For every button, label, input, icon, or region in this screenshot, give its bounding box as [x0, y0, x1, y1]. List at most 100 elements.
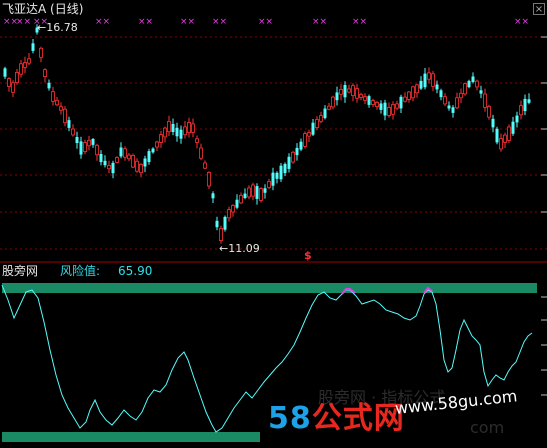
- candle-body: [255, 186, 259, 199]
- top-signal-markers: ×××× ×× ×× ×× ×× ×× ×× ×× ×× ××: [3, 17, 529, 27]
- candle-body: [383, 102, 387, 116]
- candle-body: [331, 96, 335, 108]
- candle-body: [191, 123, 195, 133]
- candle-body: [271, 172, 275, 186]
- candle-body: [79, 141, 83, 155]
- candle-body: [483, 93, 487, 108]
- candle-body: [343, 85, 347, 98]
- top-marker: ××: [258, 17, 273, 27]
- top-marker: ××: [95, 17, 110, 27]
- candle-body: [39, 47, 43, 58]
- candle-body: [515, 115, 519, 123]
- candle-body: [87, 139, 91, 147]
- candle-body: [263, 188, 267, 193]
- candle-body: [395, 103, 399, 109]
- candle-body: [439, 90, 443, 98]
- candle-body: [475, 80, 479, 88]
- risk-low-band: [2, 432, 260, 442]
- candle-body: [399, 96, 403, 109]
- candle-body: [479, 90, 483, 94]
- candle-body: [495, 128, 499, 143]
- candle-body: [411, 86, 415, 99]
- candle-body: [355, 88, 359, 99]
- candle-body: [427, 72, 431, 80]
- candle-body: [379, 103, 383, 110]
- candle-body: [323, 108, 327, 119]
- candle-body: [491, 118, 495, 128]
- low-price-label: ←11.09: [219, 243, 260, 254]
- candle-body: [115, 157, 119, 163]
- candle-body: [123, 148, 127, 158]
- arrow-icon: ←: [37, 21, 47, 34]
- candle-body: [375, 102, 379, 108]
- candle-body: [451, 107, 455, 113]
- candle-body: [11, 82, 15, 93]
- candle-body: [175, 127, 179, 137]
- candle-body: [23, 62, 27, 68]
- candle-body: [195, 138, 199, 143]
- candle-body: [31, 43, 35, 51]
- watermark-num: 58: [268, 401, 312, 436]
- candle-body: [367, 96, 371, 105]
- candle-body: [243, 193, 247, 198]
- candle-body: [295, 147, 299, 156]
- close-icon[interactable]: ×: [533, 3, 545, 15]
- candle-body: [311, 122, 315, 135]
- candle-body: [3, 68, 7, 77]
- candle-body: [247, 187, 251, 198]
- candle-body: [415, 84, 419, 94]
- candle-body: [19, 63, 23, 75]
- axis-ticks: [541, 36, 547, 213]
- high-price-value: 16.78: [46, 21, 78, 34]
- candle-body: [391, 104, 395, 115]
- candle-body: [215, 220, 219, 228]
- candle-body: [179, 129, 183, 139]
- candle-body: [95, 144, 99, 156]
- candle-body: [71, 128, 75, 136]
- stock-title: 飞亚达A (日线): [2, 2, 84, 16]
- candle-body: [419, 80, 423, 89]
- candle-body: [99, 154, 103, 162]
- candle-body: [435, 84, 439, 90]
- candle-body: [103, 160, 107, 166]
- candle-body: [83, 142, 87, 153]
- candle-body: [463, 83, 467, 95]
- candle-body: [223, 216, 227, 230]
- candle-body: [507, 126, 511, 141]
- candle-body: [239, 194, 243, 204]
- signal-dollar-mark: $: [304, 249, 312, 262]
- risk-high-band: [2, 283, 537, 293]
- candle-body: [131, 154, 135, 168]
- candle-body: [171, 124, 175, 132]
- candle-body: [447, 105, 451, 109]
- candle-body: [199, 147, 203, 159]
- candle-body: [299, 141, 303, 150]
- candle-body: [15, 72, 19, 84]
- candle-body: [143, 158, 147, 167]
- candle-body: [167, 121, 171, 133]
- candle-body: [371, 100, 375, 105]
- top-marker: ××: [212, 17, 227, 27]
- risk-value-label: 风险值:: [60, 264, 101, 278]
- candle-body: [91, 139, 95, 145]
- candle-body: [303, 133, 307, 147]
- candle-body: [231, 204, 235, 213]
- candle-body: [55, 99, 59, 106]
- risk-value: 65.90: [118, 264, 153, 278]
- candle-body: [135, 160, 139, 172]
- candlestick-series: [3, 24, 531, 244]
- candle-body: [459, 92, 463, 99]
- candle-body: [283, 164, 287, 174]
- low-price-value: 11.09: [228, 242, 260, 255]
- candle-body: [187, 122, 191, 134]
- candle-body: [163, 127, 167, 138]
- candle-body: [219, 227, 223, 241]
- candle-body: [359, 94, 363, 98]
- candle-body: [327, 105, 331, 110]
- candle-body: [63, 108, 67, 124]
- arrow-icon: ←: [219, 242, 229, 255]
- candle-body: [487, 106, 491, 118]
- candle-body: [291, 151, 295, 163]
- high-price-label: ←16.78: [37, 22, 78, 33]
- candle-body: [119, 147, 123, 157]
